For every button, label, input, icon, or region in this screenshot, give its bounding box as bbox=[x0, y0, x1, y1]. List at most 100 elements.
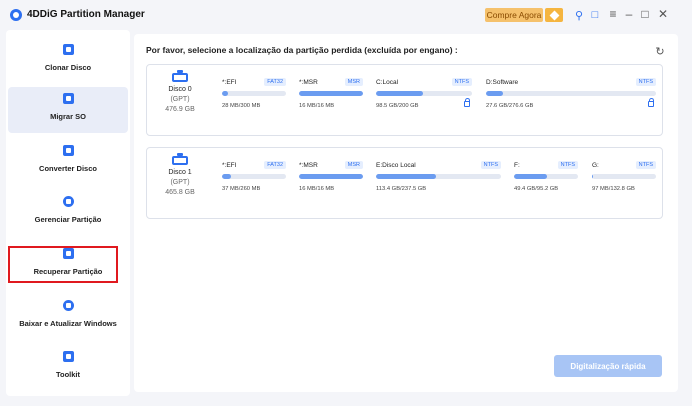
sidebar-item-download-windows[interactable]: Baixar e Atualizar Windows bbox=[8, 294, 128, 340]
download-windows-icon bbox=[62, 300, 74, 311]
usage-bar-fill bbox=[376, 91, 424, 96]
usage-bar bbox=[592, 174, 656, 179]
partition-usage: 113.4 GB/237.5 GB bbox=[376, 186, 427, 192]
fs-badge: NTFS bbox=[451, 78, 472, 86]
usage-bar bbox=[222, 91, 286, 96]
sidebar-item-convert-disk[interactable]: Converter Disco bbox=[8, 139, 128, 185]
sidebar: Clonar Disco Migrar SO Converter Disco G… bbox=[6, 30, 130, 396]
partition-usage: 98.5 GB/200 GB bbox=[376, 103, 419, 109]
partition-item[interactable]: D:Software NTFS 27.6 GB/276.6 GB bbox=[486, 78, 656, 119]
partition-item[interactable]: *:EFI FAT32 37 MB/260 MB bbox=[222, 161, 286, 202]
usage-bar bbox=[299, 174, 363, 179]
partition-name: C:Local bbox=[376, 79, 399, 86]
usage-bar-fill bbox=[222, 174, 231, 179]
fs-badge: NTFS bbox=[557, 161, 578, 169]
usage-bar-fill bbox=[299, 91, 363, 96]
lock-icon bbox=[648, 98, 654, 107]
usage-bar-fill bbox=[299, 174, 363, 179]
clone-disk-icon bbox=[62, 44, 74, 55]
chat-icon[interactable]: □ bbox=[588, 8, 602, 22]
partition-item[interactable]: C:Local NTFS 98.5 GB/200 GB bbox=[376, 78, 472, 119]
fs-badge: NTFS bbox=[635, 78, 656, 86]
disk-name: Disco 0 bbox=[168, 86, 192, 93]
logo-icon bbox=[10, 9, 22, 21]
key-icon[interactable]: ⚲ bbox=[572, 8, 586, 22]
fs-badge: NTFS bbox=[635, 161, 656, 169]
usage-bar bbox=[486, 91, 656, 96]
disk-type: (GPT) bbox=[170, 179, 190, 186]
partition-item[interactable]: F: NTFS 49.4 GB/95.2 GB bbox=[514, 161, 578, 202]
disk-icon bbox=[172, 70, 188, 82]
maximize-icon[interactable]: □ bbox=[638, 7, 652, 21]
partition-name: F: bbox=[514, 162, 520, 169]
partition-usage: 37 MB/260 MB bbox=[222, 186, 261, 192]
partition-item[interactable]: *:MSR MSR 16 MB/16 MB bbox=[299, 78, 363, 119]
highlight-box bbox=[8, 246, 118, 283]
disk-card-0[interactable]: Disco 0 (GPT) 476.9 GB *:EFI FAT32 28 MB… bbox=[146, 64, 663, 136]
page-title: Por favor, selecione a localização da pa… bbox=[146, 45, 458, 55]
partition-usage: 49.4 GB/95.2 GB bbox=[514, 186, 559, 192]
sidebar-item-clone-disk[interactable]: Clonar Disco bbox=[8, 38, 128, 84]
sidebar-item-manage-partition[interactable]: Gerenciar Partição bbox=[8, 190, 128, 236]
disk-info: Disco 1 (GPT) 465.8 GB bbox=[147, 148, 213, 220]
partition-item[interactable]: G: NTFS 97 MB/132.8 GB bbox=[592, 161, 656, 202]
sidebar-item-label: Toolkit bbox=[55, 370, 81, 379]
migrate-os-icon bbox=[62, 93, 74, 104]
fs-badge: FAT32 bbox=[264, 78, 286, 86]
usage-bar-fill bbox=[222, 91, 228, 96]
usage-bar bbox=[222, 174, 286, 179]
partition-name: *:MSR bbox=[299, 79, 318, 86]
partition-usage: 27.6 GB/276.6 GB bbox=[486, 103, 534, 109]
sidebar-item-label: Migrar SO bbox=[50, 112, 86, 121]
disk-type: (GPT) bbox=[170, 96, 190, 103]
usage-bar-fill bbox=[376, 174, 436, 179]
minimize-icon[interactable]: – bbox=[622, 7, 636, 21]
usage-bar-fill bbox=[486, 91, 503, 96]
title-bar: 4DDiG Partition Manager Compre Agora ⚲ □… bbox=[0, 0, 692, 30]
menu-icon[interactable]: ≡ bbox=[606, 7, 620, 21]
convert-disk-icon bbox=[62, 145, 74, 156]
usage-bar-fill bbox=[514, 174, 548, 179]
partition-pie-icon bbox=[62, 196, 74, 207]
partition-item[interactable]: *:MSR MSR 16 MB/16 MB bbox=[299, 161, 363, 202]
fs-badge: NTFS bbox=[480, 161, 501, 169]
sidebar-item-migrate-os[interactable]: Migrar SO bbox=[8, 87, 128, 133]
partition-usage: 16 MB/16 MB bbox=[299, 186, 335, 192]
partition-name: E:Disco Local bbox=[376, 162, 416, 169]
sidebar-item-label: Clonar Disco bbox=[44, 63, 92, 72]
disk-icon bbox=[172, 153, 188, 165]
close-icon[interactable]: ✕ bbox=[656, 7, 670, 21]
disk-name: Disco 1 bbox=[168, 169, 192, 176]
usage-bar-fill bbox=[592, 174, 593, 179]
buy-now-button[interactable]: Compre Agora bbox=[485, 8, 543, 22]
partition-usage: 97 MB/132.8 GB bbox=[592, 186, 635, 192]
sidebar-item-label: Baixar e Atualizar Windows bbox=[19, 319, 117, 328]
disk-size: 476.9 GB bbox=[165, 106, 195, 113]
partition-usage: 16 MB/16 MB bbox=[299, 103, 335, 109]
partition-item[interactable]: *:EFI FAT32 28 MB/300 MB bbox=[222, 78, 286, 119]
partition-name: *:EFI bbox=[222, 79, 237, 86]
partition-name: *:MSR bbox=[299, 162, 318, 169]
sidebar-item-label: Gerenciar Partição bbox=[34, 215, 102, 224]
lock-icon bbox=[464, 98, 470, 107]
disk-card-1[interactable]: Disco 1 (GPT) 465.8 GB *:EFI FAT32 37 MB… bbox=[146, 147, 663, 219]
partition-name: G: bbox=[592, 162, 599, 169]
usage-bar bbox=[376, 91, 472, 96]
sidebar-item-label: Converter Disco bbox=[39, 164, 97, 173]
fs-badge: FAT32 bbox=[264, 161, 286, 169]
main-panel: Por favor, selecione a localização da pa… bbox=[134, 34, 678, 392]
fs-badge: MSR bbox=[344, 161, 363, 169]
refresh-icon[interactable]: ↻ bbox=[654, 45, 666, 58]
fs-badge: MSR bbox=[344, 78, 363, 86]
sidebar-item-toolkit[interactable]: Toolkit bbox=[8, 345, 128, 391]
partition-name: *:EFI bbox=[222, 162, 237, 169]
partition-item[interactable]: E:Disco Local NTFS 113.4 GB/237.5 GB bbox=[376, 161, 501, 202]
usage-bar bbox=[514, 174, 578, 179]
quick-scan-button[interactable]: Digitalização rápida bbox=[554, 355, 662, 377]
partition-usage: 28 MB/300 MB bbox=[222, 103, 261, 109]
app-title: 4DDiG Partition Manager bbox=[27, 9, 145, 20]
toolkit-icon bbox=[62, 351, 74, 362]
usage-bar bbox=[299, 91, 363, 96]
usage-bar bbox=[376, 174, 501, 179]
diamond-icon[interactable] bbox=[545, 8, 563, 22]
